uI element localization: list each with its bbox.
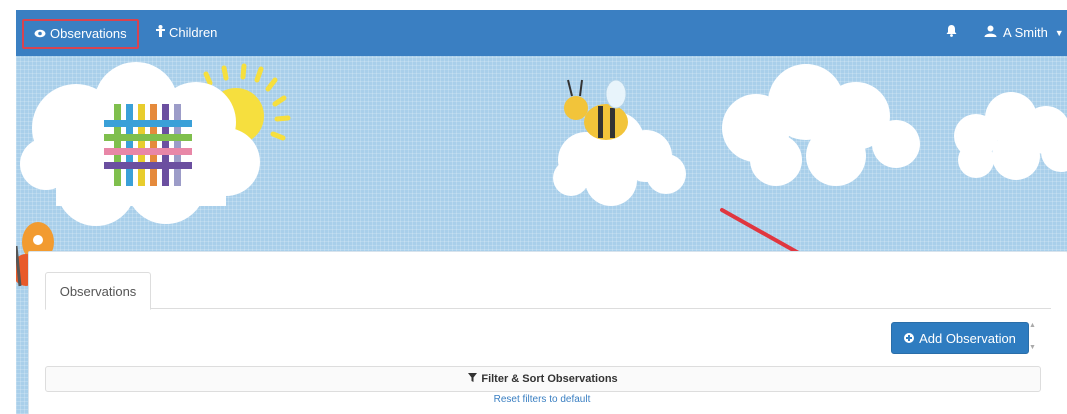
scroll-arrows[interactable]: ▲ ▼ bbox=[1029, 322, 1039, 352]
app-frame: Observations Children A Smith ▼ Observat… bbox=[0, 0, 1067, 414]
tab-observations[interactable]: Observations bbox=[45, 272, 151, 310]
filter-sort-label: Filter & Sort Observations bbox=[481, 373, 618, 385]
filter-icon bbox=[468, 373, 478, 385]
chevron-up-icon: ▲ bbox=[1029, 322, 1036, 329]
add-observation-button[interactable]: Add Observation bbox=[891, 322, 1029, 354]
filter-sort-toggle[interactable]: Filter & Sort Observations bbox=[45, 366, 1041, 392]
reset-filters-link[interactable]: Reset filters to default bbox=[45, 394, 1039, 405]
tab-divider bbox=[45, 308, 1051, 309]
chevron-down-icon: ▼ bbox=[1029, 344, 1036, 351]
add-observation-label: Add Observation bbox=[919, 330, 1016, 346]
plus-icon bbox=[904, 331, 915, 346]
tab-observations-label: Observations bbox=[59, 283, 137, 299]
observations-panel: Observations Add Observation ▲ ▼ Filter … bbox=[28, 251, 1067, 414]
